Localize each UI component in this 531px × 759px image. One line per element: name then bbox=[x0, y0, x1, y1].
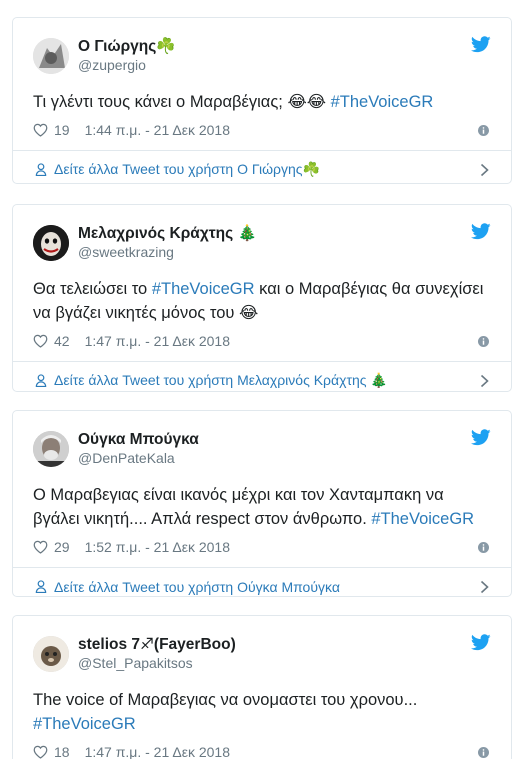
user-display-name[interactable]: stelios 7♐(FayerBoo) bbox=[78, 636, 236, 653]
twitter-bird-icon[interactable] bbox=[471, 223, 491, 240]
twitter-bird-icon[interactable] bbox=[471, 429, 491, 446]
twitter-bird-icon[interactable] bbox=[471, 36, 491, 53]
like-count[interactable]: 42 bbox=[54, 333, 70, 349]
tweet-card[interactable]: stelios 7♐(FayerBoo) @Stel_Papakitsos Th… bbox=[12, 615, 512, 759]
heart-icon[interactable] bbox=[33, 540, 48, 554]
hashtag-link[interactable]: #TheVoiceGR bbox=[371, 510, 474, 528]
tweet-timestamp[interactable]: 1:52 π.μ. - 21 Δεκ 2018 bbox=[85, 539, 230, 555]
more-tweets-link[interactable]: Δείτε άλλα Tweet του χρήστη Ούγκα Μπούγκ… bbox=[13, 567, 511, 605]
tweet-header: Μελαχρινός Κράχτης 🎄 @sweetkrazing bbox=[33, 225, 491, 261]
user-display-name[interactable]: Ούγκα Μπούγκα bbox=[78, 431, 199, 448]
tweet-header: Ούγκα Μπούγκα @DenPateKala bbox=[33, 431, 491, 467]
hashtag-link[interactable]: #TheVoiceGR bbox=[152, 280, 255, 298]
user-display-name[interactable]: Ο Γιώργης bbox=[78, 38, 156, 55]
avatar[interactable] bbox=[33, 636, 69, 672]
info-icon[interactable] bbox=[478, 541, 489, 553]
more-tweets-link[interactable]: Δείτε άλλα Tweet του χρήστη Ο Γιώργης☘️ bbox=[13, 150, 511, 188]
more-tweets-link[interactable]: Δείτε άλλα Tweet του χρήστη Μελαχρινός Κ… bbox=[13, 361, 511, 399]
more-tweets-label[interactable]: Δείτε άλλα Tweet του χρήστη Μελαχρινός Κ… bbox=[54, 372, 388, 389]
hashtag-link[interactable]: #TheVoiceGR bbox=[33, 715, 136, 733]
tweet-timestamp[interactable]: 1:47 π.μ. - 21 Δεκ 2018 bbox=[85, 744, 230, 759]
tweet-meta: 29 1:52 π.μ. - 21 Δεκ 2018 bbox=[33, 537, 491, 557]
tweet-text: Ο Μαραβεγιας είναι ικανός μέχρι και τον … bbox=[33, 486, 475, 528]
tweet-text: The voice of Μαραβεγιας να ονομαστει του… bbox=[33, 691, 418, 733]
tweet-meta: 19 1:44 π.μ. - 21 Δεκ 2018 bbox=[33, 120, 491, 140]
tweet-timestamp[interactable]: 1:47 π.μ. - 21 Δεκ 2018 bbox=[85, 333, 230, 349]
like-count[interactable]: 29 bbox=[54, 539, 70, 555]
more-tweets-label[interactable]: Δείτε άλλα Tweet του χρήστη Ο Γιώργης☘️ bbox=[54, 161, 320, 178]
heart-icon[interactable] bbox=[33, 334, 48, 348]
tweet-meta: 18 1:47 π.μ. - 21 Δεκ 2018 bbox=[33, 742, 491, 759]
info-icon[interactable] bbox=[478, 335, 489, 347]
user-handle[interactable]: @Stel_Papakitsos bbox=[78, 655, 236, 672]
avatar[interactable] bbox=[33, 431, 69, 467]
hashtag-link[interactable]: #TheVoiceGR bbox=[331, 93, 434, 111]
tweet-timestamp[interactable]: 1:44 π.μ. - 21 Δεκ 2018 bbox=[85, 122, 230, 138]
heart-icon[interactable] bbox=[33, 123, 48, 137]
name-emoji: 🎄 bbox=[237, 225, 257, 243]
twitter-bird-icon[interactable] bbox=[471, 634, 491, 651]
tweet-header: Ο Γιώργης☘️ @zupergio bbox=[33, 38, 491, 74]
like-count[interactable]: 19 bbox=[54, 122, 70, 138]
like-count[interactable]: 18 bbox=[54, 744, 70, 759]
more-tweets-label[interactable]: Δείτε άλλα Tweet του χρήστη Ούγκα Μπούγκ… bbox=[54, 579, 340, 595]
chevron-right-icon[interactable] bbox=[480, 163, 489, 177]
tweet-text: Τι γλέντι τους κάνει ο Μαραβέγιας; 😂😂 #T… bbox=[33, 93, 434, 111]
avatar[interactable] bbox=[33, 225, 69, 261]
chevron-right-icon[interactable] bbox=[480, 580, 489, 594]
user-handle[interactable]: @sweetkrazing bbox=[78, 244, 257, 261]
name-emoji: ☘️ bbox=[156, 38, 176, 56]
user-handle[interactable]: @DenPateKala bbox=[78, 450, 199, 467]
user-display-name[interactable]: Μελαχρινός Κράχτης bbox=[78, 225, 233, 242]
tweet-card[interactable]: Ούγκα Μπούγκα @DenPateKala Ο Μαραβεγιας … bbox=[12, 410, 512, 597]
chevron-right-icon[interactable] bbox=[480, 374, 489, 388]
person-icon bbox=[35, 580, 47, 593]
avatar[interactable] bbox=[33, 38, 69, 74]
tweet-card[interactable]: Ο Γιώργης☘️ @zupergio Τι γλέντι τους κάν… bbox=[12, 17, 512, 184]
tweet-feed: Ο Γιώργης☘️ @zupergio Τι γλέντι τους κάν… bbox=[0, 0, 531, 759]
tweet-text: Θα τελειώσει το #TheVoiceGR και ο Μαραβέ… bbox=[33, 280, 484, 322]
info-icon[interactable] bbox=[478, 124, 489, 136]
tweet-card[interactable]: Μελαχρινός Κράχτης 🎄 @sweetkrazing Θα τε… bbox=[12, 204, 512, 392]
person-icon bbox=[35, 163, 47, 176]
heart-icon[interactable] bbox=[33, 745, 48, 759]
person-icon bbox=[35, 374, 47, 387]
tweet-header: stelios 7♐(FayerBoo) @Stel_Papakitsos bbox=[33, 636, 491, 672]
info-icon[interactable] bbox=[478, 746, 489, 758]
tweet-meta: 42 1:47 π.μ. - 21 Δεκ 2018 bbox=[33, 331, 491, 351]
user-handle[interactable]: @zupergio bbox=[78, 57, 176, 74]
